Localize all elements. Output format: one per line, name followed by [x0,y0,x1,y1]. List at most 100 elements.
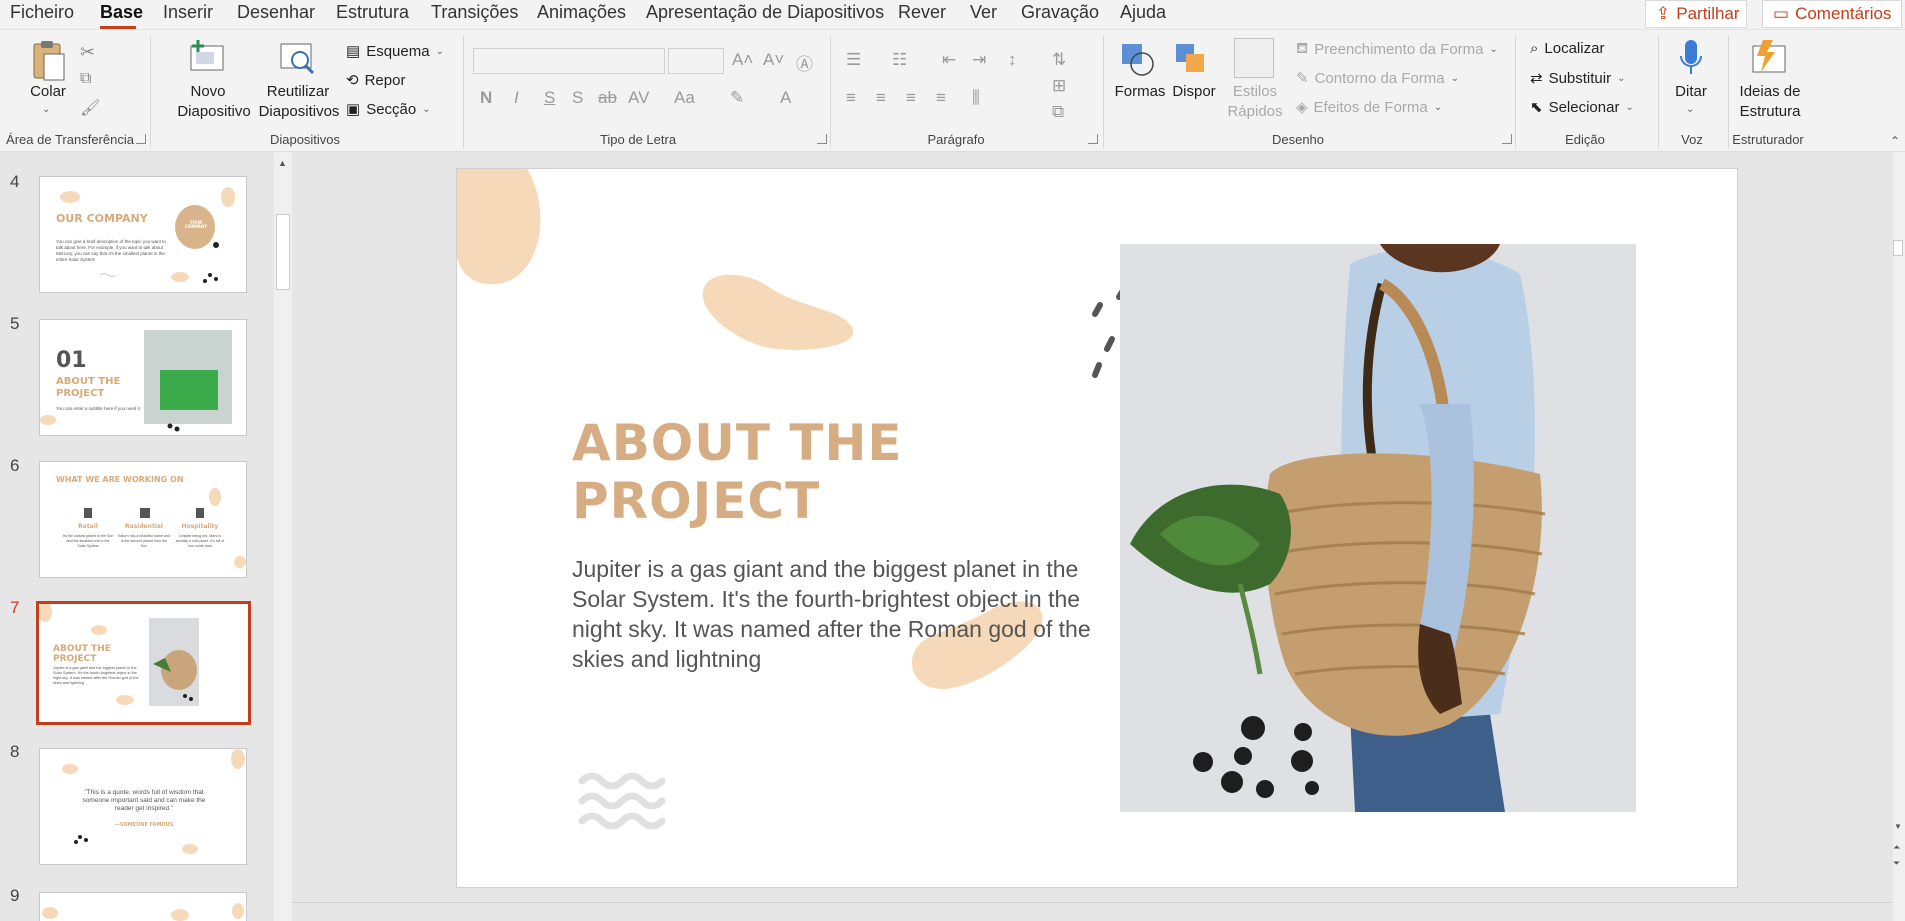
copy-icon[interactable]: ⧉ [80,70,91,88]
tab-animacoes[interactable]: Animações [537,2,626,23]
share-button[interactable]: ⇪ Partilhar [1645,0,1747,28]
section-button[interactable]: ▣ Secção ⌄ [346,100,431,119]
shape-outline-label: Contorno da Forma [1314,69,1445,87]
scroll-up-icon[interactable]: ▲ [278,158,287,168]
tab-estrutura[interactable]: Estrutura [336,2,409,23]
align-center-icon[interactable]: ≡ [876,88,886,108]
paragraph-launcher-icon[interactable] [1088,134,1098,144]
tab-desenhar[interactable]: Desenhar [237,2,315,23]
paste-button[interactable]: Colar [26,82,70,102]
shrink-font-icon[interactable]: A˅ [763,50,784,70]
align-text-icon[interactable]: ⊞ [1052,76,1066,96]
font-size-input[interactable] [668,48,724,74]
shapes-icon[interactable] [1118,40,1158,78]
text-direction-icon[interactable]: ⇅ [1052,50,1066,70]
comments-button[interactable]: ▭ Comentários [1762,0,1902,28]
underline-icon[interactable]: S [544,88,555,108]
bullets-icon[interactable]: ☰ [846,50,861,70]
layout-button[interactable]: ▤ Esquema ⌄ [346,42,444,61]
increase-indent-icon[interactable]: ⇥ [972,50,986,70]
thumbnail-slide-6[interactable]: WHAT WE ARE WORKING ON Retail Residentia… [39,461,247,578]
dictate-dropdown-icon[interactable]: ⌄ [1686,104,1694,115]
thumbnails-scrollbar[interactable]: ▲ [274,152,292,921]
new-slide-icon[interactable] [188,38,226,74]
numbering-icon[interactable]: ☷ [892,50,907,70]
smartart-icon[interactable]: ⧉ [1052,102,1064,122]
align-right-icon[interactable]: ≡ [906,88,916,108]
paste-icon[interactable] [30,40,68,84]
format-painter-icon[interactable]: 🖌 [80,98,100,118]
change-case-icon[interactable]: Aa [674,88,695,108]
arrange-button[interactable]: Dispor [1166,82,1222,102]
tab-apresentacao[interactable]: Apresentação de Diapositivos [646,2,884,23]
reuse-slides-icon[interactable] [278,40,318,76]
italic-icon[interactable]: I [514,88,519,108]
tab-ajuda[interactable]: Ajuda [1120,2,1166,23]
tab-gravacao[interactable]: Gravação [1021,2,1099,23]
columns-icon[interactable]: ⫼ [972,88,980,108]
shape-outline-button[interactable]: ✎ Contorno da Forma ⌄ [1296,69,1459,88]
designer-label-1[interactable]: Ideias de [1736,82,1804,102]
clear-format-icon[interactable]: Ⓐ [796,50,813,75]
quick-styles-icon[interactable] [1234,38,1274,78]
char-spacing-icon[interactable]: AV [628,88,649,108]
new-slide-label-2[interactable]: Diapositivo [174,102,254,122]
reset-button[interactable]: ⟲ Repor [346,71,405,90]
previous-slide-icon[interactable]: ⏶ [1893,842,1900,853]
highlight-icon[interactable]: ✎ [730,88,744,108]
slide-canvas[interactable]: ABOUT THE PROJECT Jupiter is a gas giant… [456,168,1738,888]
drawing-launcher-icon[interactable] [1502,134,1512,144]
shape-effects-button[interactable]: ◈ Efeitos de Forma ⌄ [1296,98,1442,117]
microphone-icon[interactable] [1676,38,1706,78]
new-slide-label-1[interactable]: Novo [178,82,238,102]
clipboard-launcher-icon[interactable] [136,134,146,144]
font-color-icon[interactable]: A [780,88,791,108]
slide-body-text[interactable]: Jupiter is a gas giant and the biggest p… [572,554,1102,674]
editor-scrollbar[interactable]: ▼ ⏶ ⏷ [1893,152,1905,921]
align-left-icon[interactable]: ≡ [846,88,856,108]
justify-icon[interactable]: ≡ [936,88,946,108]
tab-base[interactable]: Base [100,2,143,23]
line-spacing-icon[interactable]: ↕ [1008,50,1017,70]
decrease-indent-icon[interactable]: ⇤ [942,50,956,70]
quick-styles-label-1[interactable]: Estilos [1226,82,1284,102]
tab-ver[interactable]: Ver [970,2,997,23]
font-name-input[interactable] [473,48,665,74]
tab-inserir[interactable]: Inserir [163,2,213,23]
thumbnail-slide-8[interactable]: "This is a quote, words full of wisdom t… [39,748,247,865]
arrange-icon[interactable] [1172,40,1212,78]
dictate-button[interactable]: Ditar [1668,82,1714,102]
select-button[interactable]: ⬉ Selecionar ⌄ [1530,98,1634,117]
shape-fill-button[interactable]: ⛾ Preenchimento da Forma ⌄ [1296,40,1498,59]
tab-ficheiro[interactable]: Ficheiro [10,2,74,23]
shadow-icon[interactable]: S [572,88,583,108]
scrollbar-thumb[interactable] [276,214,290,290]
thumbnail-slide-5[interactable]: 01 ABOUT THE PROJECT You can enter a sub… [39,319,247,436]
designer-icon[interactable] [1749,38,1789,78]
paste-dropdown-icon[interactable]: ⌄ [42,104,50,115]
designer-label-2[interactable]: Estrutura [1736,102,1804,122]
bold-icon[interactable]: N [480,88,492,108]
next-slide-icon[interactable]: ⏷ [1893,858,1900,869]
font-launcher-icon[interactable] [817,134,827,144]
tab-transicoes[interactable]: Transições [431,2,518,23]
replace-button[interactable]: ⇄ Substituir ⌄ [1530,69,1626,88]
quick-styles-label-2[interactable]: Rápidos [1226,102,1284,122]
horizontal-scrollbar[interactable] [292,902,1892,921]
reuse-slides-label-1[interactable]: Reutilizar [262,82,334,102]
collapse-ribbon-icon[interactable]: ⌃ [1890,134,1900,148]
cut-icon[interactable]: ✂ [80,42,95,63]
thumbnail-slide-4[interactable]: OUR COMPANY YOUR COMPANY You can give a … [39,176,247,293]
slide-photo[interactable] [1120,244,1636,812]
tab-rever[interactable]: Rever [898,2,946,23]
slide-title[interactable]: ABOUT THE PROJECT [572,414,1132,530]
grow-font-icon[interactable]: A˄ [732,50,753,70]
shapes-button[interactable]: Formas [1112,82,1168,102]
find-button[interactable]: ⌕ Localizar [1530,40,1604,57]
scroll-down-icon[interactable]: ▼ [1894,822,1902,831]
thumbnail-slide-7[interactable]: ABOUT THE PROJECT Jupiter is a gas giant… [36,601,251,725]
thumbnail-slide-9[interactable] [39,892,247,921]
editor-scrollbar-thumb[interactable] [1893,240,1903,256]
strikethrough-icon[interactable]: ab [598,88,617,108]
reuse-slides-label-2[interactable]: Diapositivos [258,102,340,122]
